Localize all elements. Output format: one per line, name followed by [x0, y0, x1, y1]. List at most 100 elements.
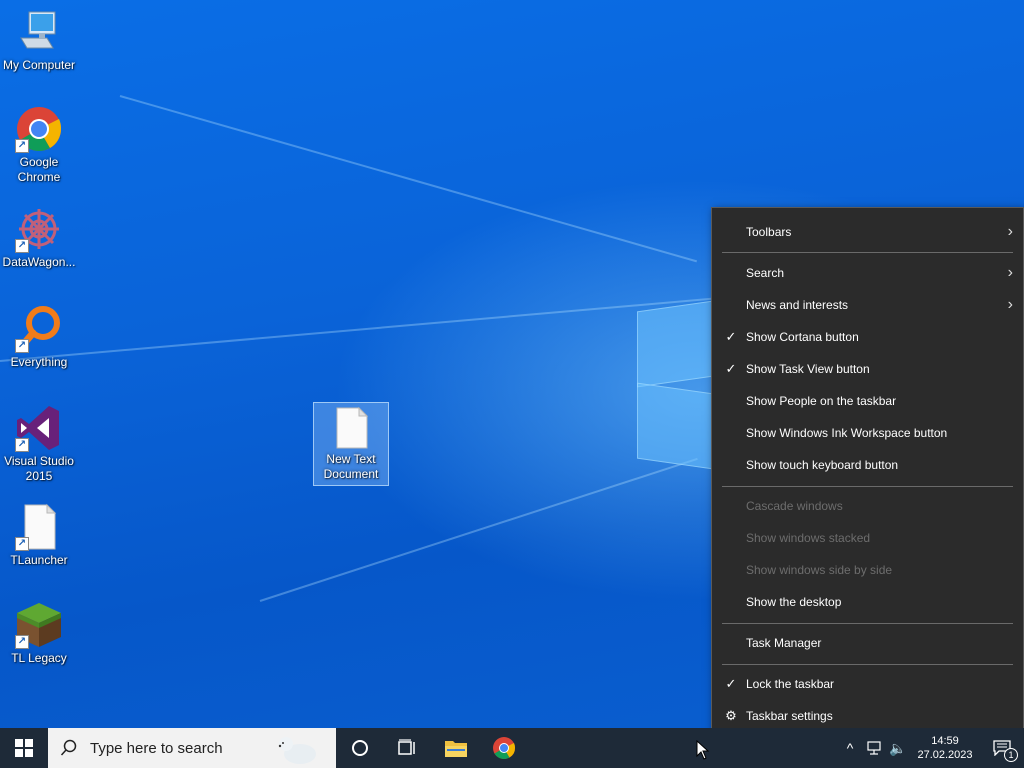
menu-item-label: Cascade windows — [746, 499, 843, 513]
desktop-icon-google-chrome[interactable]: ↗ Google Chrome — [0, 105, 78, 185]
chrome-taskbar-button[interactable] — [480, 728, 528, 768]
desktop-icon-label: TLauncher — [10, 553, 68, 567]
wallpaper-logo — [637, 382, 713, 470]
task-view-icon — [398, 739, 415, 755]
shortcut-arrow-icon: ↗ — [15, 438, 29, 452]
menu-item-label: Task Manager — [746, 636, 822, 650]
menu-item-show-cortana-button[interactable]: ✓ Show Cortana button — [712, 321, 1023, 353]
wallpaper-beam — [119, 95, 698, 263]
menu-item-cascade-windows: Cascade windows — [712, 490, 1023, 522]
file-icon: ↗ — [15, 503, 63, 551]
clock-date: 27.02.2023 — [917, 749, 973, 761]
menu-item-label: Search — [746, 266, 785, 280]
checkmark-icon: ✓ — [725, 676, 737, 691]
menu-separator — [722, 664, 1013, 665]
menu-item-label: Show People on the taskbar — [746, 394, 897, 408]
menu-item-label: Show touch keyboard button — [746, 458, 899, 472]
shortcut-arrow-icon: ↗ — [15, 339, 29, 353]
cortana-button[interactable] — [336, 728, 384, 768]
desktop-icon-label: Google Chrome — [17, 155, 61, 184]
polar-bear-icon — [278, 737, 316, 764]
desktop-icon-label: New Text Document — [323, 452, 379, 481]
menu-item-label: Show the desktop — [746, 595, 842, 609]
menu-item-show-the-desktop[interactable]: Show the desktop — [712, 586, 1023, 618]
desktop-icon-label: DataWagon... — [2, 255, 76, 269]
menu-separator — [722, 623, 1013, 624]
search-icon — [60, 739, 77, 756]
desktop-icon-label: My Computer — [2, 58, 76, 72]
file-explorer-button[interactable] — [432, 728, 480, 768]
desktop-icon-new-text-document[interactable]: New Text Document — [313, 402, 389, 486]
menu-item-label: Show windows stacked — [746, 531, 871, 545]
checkmark-icon: ✓ — [725, 329, 737, 344]
taskbar-context-menu: Toolbars › Search › News and interests ›… — [711, 207, 1024, 740]
checkmark-icon: ✓ — [725, 361, 737, 376]
menu-separator — [722, 252, 1013, 253]
taskbar[interactable]: Type here to search ^ 🔈 14:59 27.02.2023… — [0, 728, 1024, 768]
volume-button[interactable]: 🔈 — [886, 728, 910, 768]
menu-separator — [722, 486, 1013, 487]
system-tray: ^ 🔈 14:59 27.02.2023 1 — [838, 728, 1024, 768]
chevron-right-icon: › — [1007, 264, 1013, 281]
chrome-icon: ↗ — [15, 105, 63, 153]
menu-item-label: Show Task View button — [746, 362, 870, 376]
menu-item-label: Show windows side by side — [746, 563, 893, 577]
desktop-icon-label: Everything — [10, 355, 68, 369]
chrome-icon — [493, 737, 516, 759]
text-document-icon — [331, 406, 371, 450]
datawagon-icon: ↗ — [15, 205, 63, 253]
show-hidden-icons-button[interactable]: ^ — [838, 728, 862, 768]
shortcut-arrow-icon: ↗ — [15, 537, 29, 551]
folder-icon — [445, 741, 467, 757]
menu-item-task-manager[interactable]: Task Manager — [712, 627, 1023, 659]
speaker-icon: 🔈 — [889, 739, 907, 756]
shortcut-arrow-icon: ↗ — [15, 139, 29, 153]
desktop-icon-label: TL Legacy — [11, 651, 67, 665]
menu-item-label: Taskbar settings — [746, 709, 833, 723]
notification-badge: 1 — [1004, 748, 1018, 762]
desktop-icon-label: Visual Studio 2015 — [4, 454, 74, 483]
menu-item-label: Toolbars — [746, 225, 792, 239]
search-box[interactable]: Type here to search — [48, 728, 336, 768]
wallpaper-logo — [637, 300, 713, 388]
clock-time: 14:59 — [931, 735, 959, 747]
task-view-button[interactable] — [384, 728, 432, 768]
network-icon — [867, 741, 881, 755]
desktop-icon-datawagon[interactable]: ↗ DataWagon... — [0, 205, 78, 270]
computer-icon — [15, 8, 63, 56]
visual-studio-icon: ↗ — [15, 404, 63, 452]
menu-item-show-task-view-button[interactable]: ✓ Show Task View button — [712, 353, 1023, 385]
menu-item-lock-the-taskbar[interactable]: ✓ Lock the taskbar — [712, 668, 1023, 700]
menu-item-label: Lock the taskbar — [746, 677, 835, 691]
menu-item-show-people[interactable]: Show People on the taskbar — [712, 385, 1023, 417]
shortcut-arrow-icon: ↗ — [15, 239, 29, 253]
menu-item-show-windows-ink[interactable]: Show Windows Ink Workspace button — [712, 417, 1023, 449]
menu-item-news-and-interests[interactable]: News and interests › — [712, 289, 1023, 321]
menu-item-show-windows-side-by-side: Show windows side by side — [712, 554, 1023, 586]
chevron-right-icon: › — [1007, 223, 1013, 240]
mouse-cursor-icon — [696, 740, 710, 760]
network-button[interactable] — [862, 728, 886, 768]
menu-item-show-windows-stacked: Show windows stacked — [712, 522, 1023, 554]
menu-item-label: News and interests — [746, 298, 849, 312]
desktop-icon-tlauncher[interactable]: ↗ TLauncher — [0, 503, 78, 568]
gear-icon: ⚙ — [725, 708, 737, 723]
menu-item-label: Show Windows Ink Workspace button — [746, 426, 948, 440]
desktop-icon-visual-studio[interactable]: ↗ Visual Studio 2015 — [0, 404, 78, 484]
windows-logo-icon — [15, 739, 33, 757]
desktop-icon-tl-legacy[interactable]: ↗ TL Legacy — [0, 601, 78, 666]
menu-item-toolbars[interactable]: Toolbars › — [712, 216, 1023, 248]
minecraft-icon: ↗ — [15, 601, 63, 649]
start-button[interactable] — [0, 728, 48, 768]
menu-item-search[interactable]: Search › — [712, 257, 1023, 289]
clock[interactable]: 14:59 27.02.2023 — [910, 734, 980, 762]
desktop-icon-my-computer[interactable]: My Computer — [0, 8, 78, 73]
chevron-right-icon: › — [1007, 296, 1013, 313]
cortana-icon — [352, 740, 368, 756]
menu-item-show-touch-keyboard[interactable]: Show touch keyboard button — [712, 449, 1023, 481]
desktop-icon-everything[interactable]: ↗ Everything — [0, 305, 78, 370]
action-center-button[interactable]: 1 — [980, 728, 1024, 768]
shortcut-arrow-icon: ↗ — [15, 635, 29, 649]
wallpaper-beam — [0, 297, 718, 362]
search-placeholder: Type here to search — [90, 739, 223, 757]
